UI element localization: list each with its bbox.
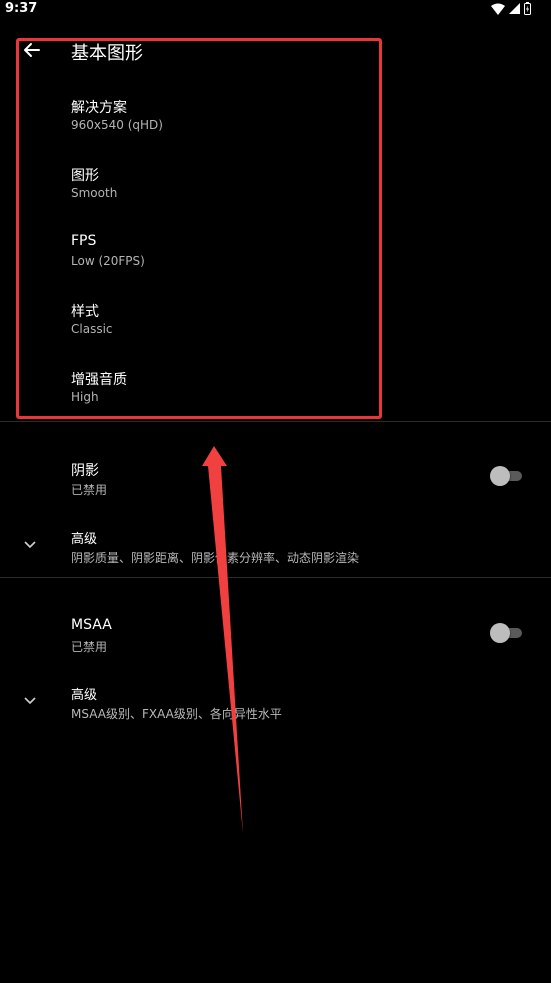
section-divider <box>0 421 551 422</box>
pref-title: 阴影 <box>71 463 99 479</box>
pref-msaa[interactable]: MSAA 已禁用 <box>0 617 551 657</box>
pref-resolution[interactable]: 解决方案 960x540 (qHD) <box>0 97 551 137</box>
status-bar: 9:37 <box>0 0 551 20</box>
pref-msaa-advanced[interactable]: 高级 MSAA级别、FXAA级别、各向异性水平 <box>0 684 551 724</box>
pref-graphics[interactable]: 图形 Smooth <box>0 165 551 205</box>
pref-summary: MSAA级别、FXAA级别、各向异性水平 <box>71 707 282 721</box>
chevron-down-icon[interactable] <box>22 692 38 708</box>
section-divider <box>0 577 551 578</box>
pref-title: FPS <box>71 233 97 249</box>
pref-summary: High <box>71 390 99 404</box>
pref-summary: Smooth <box>71 186 118 200</box>
pref-title: 图形 <box>71 168 99 184</box>
signal-icon <box>509 3 520 14</box>
back-button[interactable] <box>20 38 44 62</box>
pref-shadow[interactable]: 阴影 已禁用 <box>0 460 551 500</box>
pref-fps[interactable]: FPS Low (20FPS) <box>0 233 551 273</box>
pref-audio-quality[interactable]: 增强音质 High <box>0 369 551 409</box>
pref-summary: 阴影质量、阴影距离、阴影像素分辨率、动态阴影渲染 <box>71 551 360 565</box>
battery-icon <box>524 2 531 15</box>
pref-title: 高级 <box>71 688 98 703</box>
pref-style[interactable]: 样式 Classic <box>0 301 551 341</box>
pref-title: MSAA <box>71 617 112 633</box>
msaa-toggle[interactable] <box>490 623 524 643</box>
pref-title: 高级 <box>71 532 98 547</box>
pref-title: 增强音质 <box>71 372 127 388</box>
status-icons <box>491 2 531 15</box>
toggle-thumb <box>490 466 510 486</box>
status-time: 9:37 <box>5 1 38 16</box>
pref-title: 样式 <box>71 304 99 320</box>
toggle-thumb <box>490 623 510 643</box>
pref-title: 解决方案 <box>71 100 127 116</box>
pref-summary: 已禁用 <box>71 640 108 654</box>
pref-shadow-advanced[interactable]: 高级 阴影质量、阴影距离、阴影像素分辨率、动态阴影渲染 <box>0 528 551 568</box>
highlight-box <box>16 38 382 419</box>
pref-summary: Classic <box>71 322 113 336</box>
chevron-down-icon[interactable] <box>22 536 38 552</box>
page-title: 基本图形 <box>71 43 143 64</box>
app-bar: 基本图形 <box>0 24 551 76</box>
pref-summary: 已禁用 <box>71 483 108 497</box>
pref-summary: Low (20FPS) <box>71 254 145 268</box>
arrow-left-icon <box>24 43 40 57</box>
wifi-icon <box>491 3 505 15</box>
shadow-toggle[interactable] <box>490 466 524 486</box>
pref-summary: 960x540 (qHD) <box>71 118 163 132</box>
